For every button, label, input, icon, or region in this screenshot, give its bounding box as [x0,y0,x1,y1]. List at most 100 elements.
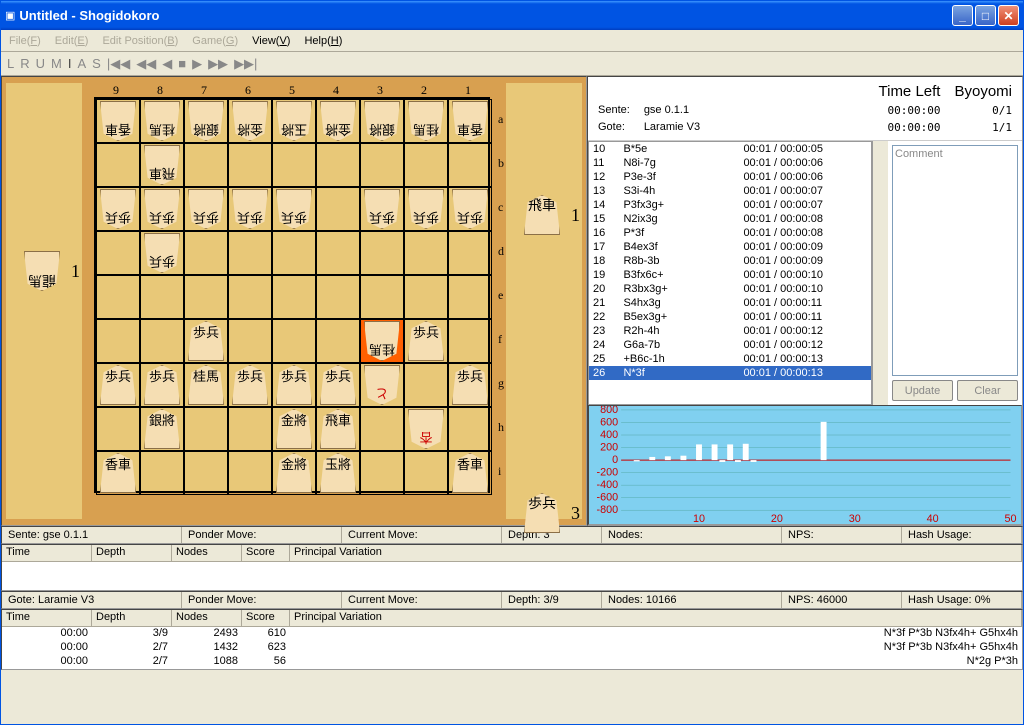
shogi-piece[interactable]: 歩兵 [320,365,356,405]
board-cell[interactable]: 歩兵 [228,363,272,407]
board-cell[interactable] [228,231,272,275]
board-cell[interactable]: 歩兵 [272,363,316,407]
board-cell[interactable]: 金將 [228,99,272,143]
move-row[interactable]: 15N2ix3g00:01 / 00:00:08 [589,212,871,226]
board-cell[interactable] [96,407,140,451]
board-cell[interactable]: 歩兵 [272,187,316,231]
move-row[interactable]: 23R2h-4h00:01 / 00:00:12 [589,324,871,338]
shogi-piece[interactable]: 歩兵 [100,365,136,405]
shogi-piece[interactable]: 玉將 [320,453,356,493]
board-cell[interactable]: 歩兵 [184,319,228,363]
board-cell[interactable] [404,231,448,275]
board-cell[interactable] [448,143,492,187]
board-cell[interactable] [316,187,360,231]
menu-view[interactable]: View(V) [252,35,290,47]
board-cell[interactable] [404,363,448,407]
shogi-piece[interactable]: 歩兵 [452,365,488,405]
tool-i[interactable]: I [68,56,72,71]
shogi-piece[interactable]: 歩兵 [452,189,488,229]
board-cell[interactable]: 金將 [316,99,360,143]
board-cell[interactable] [360,275,404,319]
board-cell[interactable] [360,231,404,275]
board-cell[interactable] [404,275,448,319]
board-cell[interactable]: 桂馬 [184,363,228,407]
hand-piece[interactable]: 歩兵3 [520,493,564,533]
board-cell[interactable]: 銀將 [140,407,184,451]
move-row[interactable]: 10B*5e00:01 / 00:00:05 [589,142,871,156]
board-cell[interactable]: 歩兵 [404,319,448,363]
move-row[interactable]: 26N*3f00:01 / 00:00:13 [589,366,871,380]
board-cell[interactable] [140,275,184,319]
board-cell[interactable]: 銀將 [184,99,228,143]
shogi-piece[interactable]: 桂馬 [408,101,444,141]
shogi-piece[interactable]: 歩兵 [276,189,312,229]
shogi-piece[interactable]: 歩兵 [232,365,268,405]
shogi-piece[interactable]: 金將 [276,409,312,449]
shogi-piece[interactable]: 香車 [100,453,136,493]
board-cell[interactable]: 香車 [96,99,140,143]
minimize-button[interactable]: _ [952,5,973,26]
board-cell[interactable]: 玉將 [272,99,316,143]
nav-forward-icon[interactable]: ▶▶ [208,56,228,72]
board-cell[interactable]: 歩兵 [448,187,492,231]
board-cell[interactable] [228,275,272,319]
board-cell[interactable] [184,231,228,275]
board-cell[interactable]: 金將 [272,451,316,495]
board-cell[interactable]: 飛車 [316,407,360,451]
board-cell[interactable] [140,451,184,495]
nav-back-icon[interactable]: ◀ [162,56,172,72]
board-cell[interactable]: 歩兵 [448,363,492,407]
board-cell[interactable]: 金將 [272,407,316,451]
scrollbar[interactable] [872,141,888,405]
board-cell[interactable]: 杏 [404,407,448,451]
board-cell[interactable] [360,143,404,187]
comment-box[interactable]: Comment [892,145,1018,376]
board-cell[interactable]: 銀將 [360,99,404,143]
shogi-piece[interactable]: 歩兵 [232,189,268,229]
board[interactable]: 987654321 香車桂馬銀將金將玉將金將銀將桂馬香車飛車歩兵歩兵歩兵歩兵歩兵… [94,83,490,519]
move-list[interactable]: 10B*5e00:01 / 00:00:0511N8i-7g00:01 / 00… [588,141,872,405]
nav-rewind-icon[interactable]: ◀◀ [136,56,156,72]
board-cell[interactable] [316,275,360,319]
shogi-piece[interactable]: 香車 [100,101,136,141]
tool-s[interactable]: S [92,56,101,71]
board-cell[interactable]: 桂馬 [140,99,184,143]
shogi-piece[interactable]: 玉將 [276,101,312,141]
tool-l[interactable]: L [7,56,14,71]
clear-button[interactable]: Clear [957,380,1018,401]
board-cell[interactable]: 歩兵 [360,187,404,231]
board-cell[interactable]: 歩兵 [140,231,184,275]
board-cell[interactable] [448,275,492,319]
menu-help[interactable]: Help(H) [304,35,342,47]
shogi-piece[interactable]: 桂馬 [144,101,180,141]
board-cell[interactable] [448,319,492,363]
board-cell[interactable] [404,451,448,495]
shogi-piece[interactable]: 香車 [452,101,488,141]
board-cell[interactable]: 歩兵 [404,187,448,231]
board-cell[interactable] [228,407,272,451]
shogi-piece[interactable]: 杏 [408,409,444,449]
shogi-piece[interactable]: 歩兵 [144,365,180,405]
board-cell[interactable] [96,143,140,187]
board-cell[interactable]: 歩兵 [140,187,184,231]
hand-piece[interactable]: 飛車1 [520,195,564,235]
move-row[interactable]: 14P3fx3g+00:01 / 00:00:07 [589,198,871,212]
board-cell[interactable] [140,319,184,363]
shogi-piece[interactable]: 桂馬 [364,321,400,361]
board-cell[interactable] [360,451,404,495]
board-cell[interactable]: 飛車 [140,143,184,187]
board-cell[interactable]: 桂馬 [404,99,448,143]
shogi-piece[interactable]: 金將 [320,101,356,141]
board-cell[interactable] [228,143,272,187]
nav-play-icon[interactable]: ▶ [192,56,202,72]
move-row[interactable]: 18R8b-3b00:01 / 00:00:09 [589,254,871,268]
board-cell[interactable] [316,319,360,363]
move-row[interactable]: 19B3fx6c+00:01 / 00:00:10 [589,268,871,282]
board-cell[interactable] [184,275,228,319]
move-row[interactable]: 25+B6c-1h00:01 / 00:00:13 [589,352,871,366]
move-row[interactable]: 13S3i-4h00:01 / 00:00:07 [589,184,871,198]
move-row[interactable]: 22B5ex3g+00:01 / 00:00:11 [589,310,871,324]
tool-r[interactable]: R [20,56,29,71]
board-cell[interactable] [272,143,316,187]
titlebar[interactable]: ▣ Untitled - Shogidokoro _ □ ✕ [1,1,1023,30]
